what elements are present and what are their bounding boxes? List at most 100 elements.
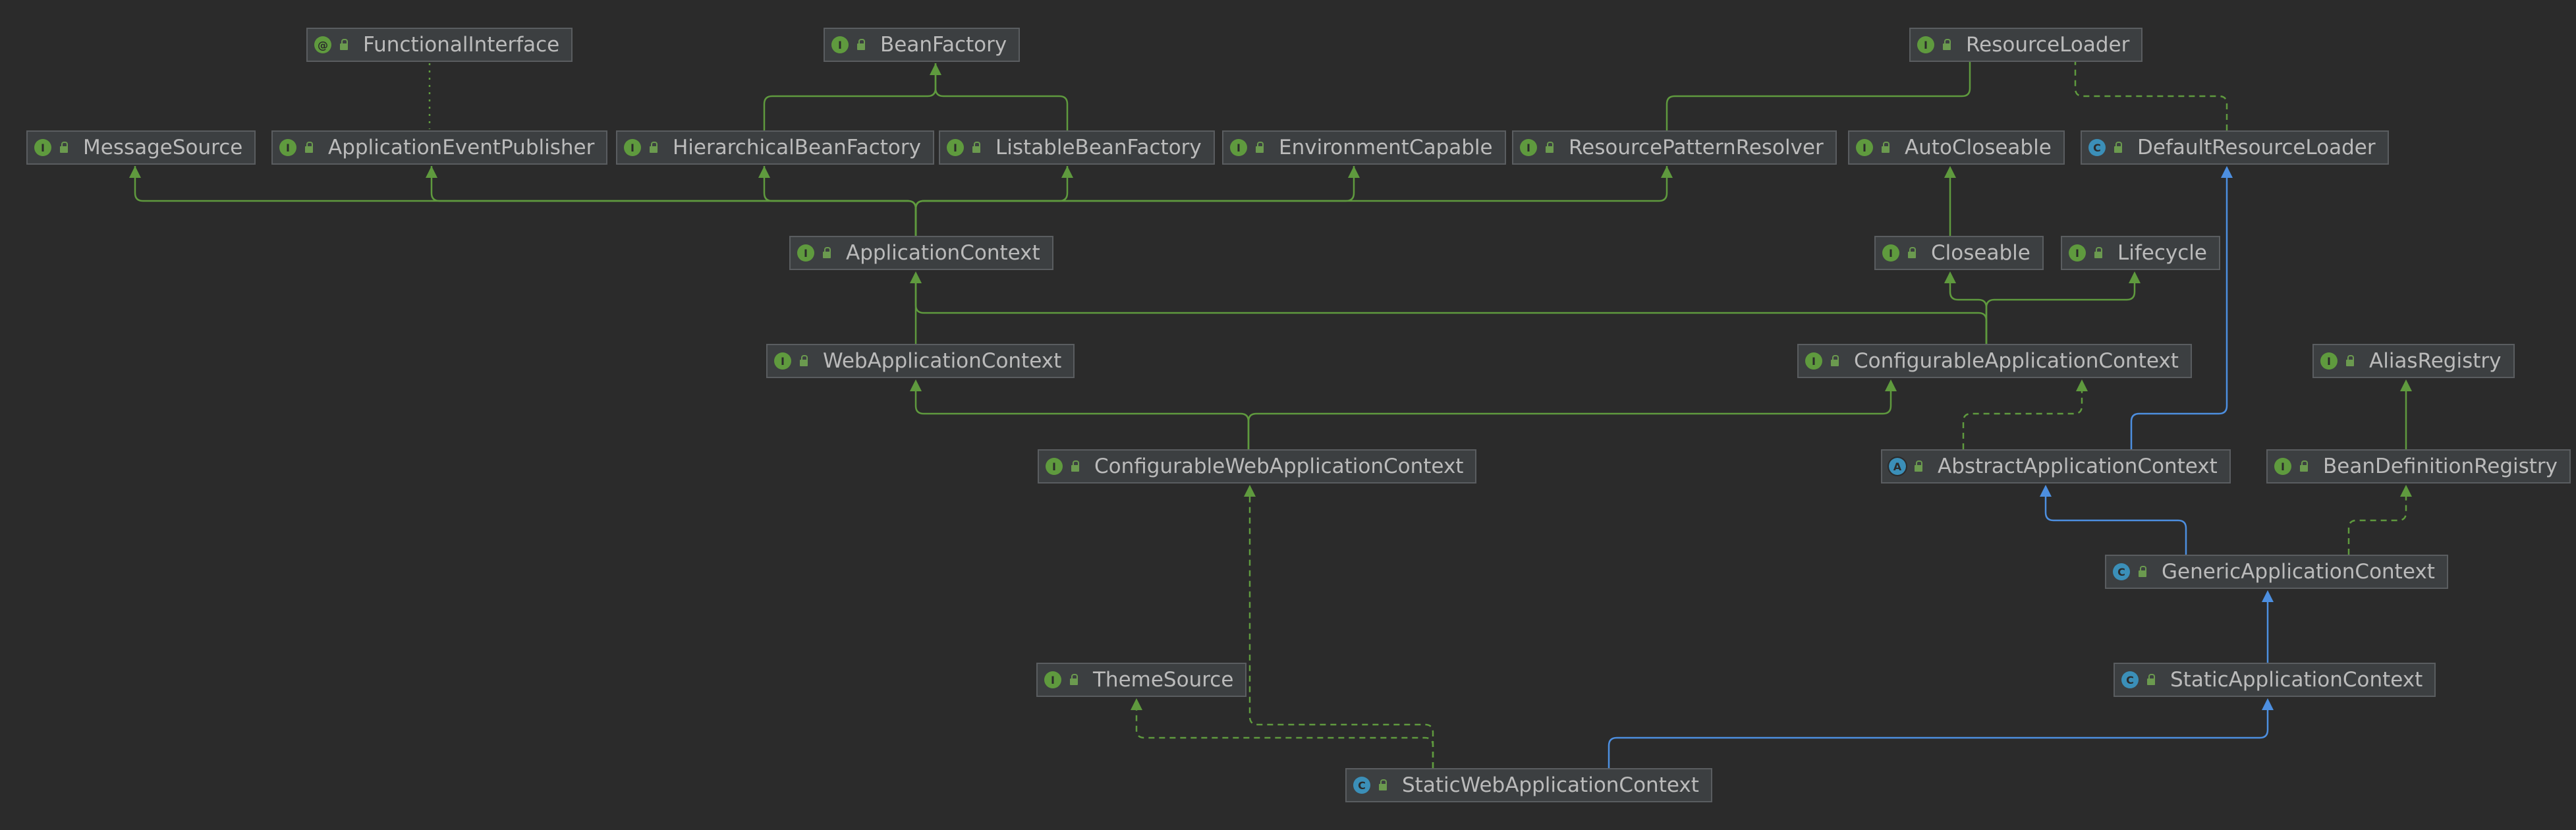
lock-icon [972, 142, 981, 153]
lock-icon [1914, 460, 1923, 472]
arrowhead [758, 166, 770, 178]
node-listable-bean-factory[interactable]: I ListableBeanFactory [939, 130, 1215, 165]
node-label: AbstractApplicationContext [1938, 455, 2218, 478]
interface-icon: I [1520, 139, 1537, 156]
lock-icon [799, 355, 808, 367]
node-label: HierarchicalBeanFactory [673, 136, 921, 159]
lock-icon [822, 247, 831, 259]
arrowhead [1944, 271, 1956, 283]
node-resource-pattern-resolver[interactable]: I ResourcePatternResolver [1512, 130, 1837, 165]
lock-icon [1942, 39, 1951, 51]
interface-icon: I [831, 36, 849, 53]
node-application-event-publisher[interactable]: I ApplicationEventPublisher [271, 130, 608, 165]
node-web-application-context[interactable]: I WebApplicationContext [766, 344, 1075, 378]
edge-staticweb-to-staticapp [1608, 710, 2269, 768]
node-application-context[interactable]: I ApplicationContext [789, 236, 1053, 270]
node-label: DefaultResourceLoader [2137, 136, 2376, 159]
interface-icon: I [1044, 671, 1061, 688]
interface-icon: I [1917, 36, 1934, 53]
abstract-class-icon: A [1888, 456, 1907, 476]
node-bean-factory[interactable]: I BeanFactory [824, 28, 1021, 62]
arrowhead [2400, 379, 2412, 391]
lock-icon [2345, 355, 2355, 367]
class-icon: C [2088, 139, 2106, 156]
arrowhead [2262, 698, 2274, 710]
node-bean-definition-registry[interactable]: I BeanDefinitionRegistry [2266, 449, 2571, 484]
node-label: ApplicationContext [846, 241, 1040, 265]
interface-icon: I [2274, 458, 2291, 475]
node-label: MessageSource [83, 136, 243, 159]
edges-layer [129, 46, 2412, 768]
arrowhead [2040, 485, 2052, 497]
interface-icon: I [774, 352, 791, 370]
lock-icon [1881, 142, 1890, 153]
arrowhead [426, 166, 437, 178]
node-auto-closeable[interactable]: I AutoCloseable [1848, 130, 2065, 165]
arrowhead [2129, 271, 2141, 283]
interface-icon: I [797, 244, 814, 262]
interface-icon: I [2069, 244, 2086, 262]
lock-icon [2138, 566, 2147, 578]
node-label: ConfigurableWebApplicationContext [1094, 455, 1464, 478]
node-hierarchical-bean-factory[interactable]: I HierarchicalBeanFactory [616, 130, 934, 165]
edge-staticweb-to-configurableweb [1248, 497, 1434, 768]
lock-icon [649, 142, 658, 153]
lock-icon [2114, 142, 2123, 153]
lock-icon [1255, 142, 1264, 153]
edge-configurableweb-to-configurable [1247, 391, 1892, 449]
node-label: AutoCloseable [1905, 136, 2052, 159]
arrowhead [910, 271, 922, 283]
node-environment-capable[interactable]: I EnvironmentCapable [1222, 130, 1506, 165]
edge-staticweb-to-themesource [1135, 710, 1434, 768]
interface-icon: I [947, 139, 964, 156]
edge-applicationcontext-to-patternresolver [914, 166, 1668, 236]
node-label: GenericApplicationContext [2162, 560, 2435, 584]
interface-icon: I [1805, 352, 1822, 370]
lock-icon [1907, 247, 1917, 259]
interface-icon: I [1046, 458, 1063, 475]
node-alias-registry[interactable]: I AliasRegistry [2312, 344, 2515, 378]
node-label: ThemeSource [1093, 668, 1234, 692]
node-configurable-web-application-context[interactable]: I ConfigurableWebApplicationContext [1038, 449, 1477, 484]
lock-icon [1830, 355, 1839, 367]
arrowhead [1061, 166, 1073, 178]
interface-icon: I [2320, 352, 2338, 370]
edge-generic-to-abstract [2044, 497, 2187, 555]
node-label: ResourcePatternResolver [1569, 136, 1824, 159]
edge-applicationcontext-to-hierarchical [763, 166, 917, 236]
edge-abstract-to-configurable [1962, 391, 2083, 449]
node-theme-source[interactable]: I ThemeSource [1036, 663, 1247, 697]
interface-icon: I [279, 139, 296, 156]
node-generic-application-context[interactable]: C GenericApplicationContext [2105, 555, 2448, 589]
node-closeable[interactable]: I Closeable [1874, 236, 2044, 270]
node-label: ConfigurableApplicationContext [1854, 349, 2179, 373]
node-message-source[interactable]: I MessageSource [26, 130, 256, 165]
node-label: WebApplicationContext [823, 349, 1062, 373]
node-label: EnvironmentCapable [1279, 136, 1493, 159]
node-static-application-context[interactable]: C StaticApplicationContext [2114, 663, 2436, 697]
annotation-icon: @ [314, 36, 331, 53]
node-default-resource-loader[interactable]: C DefaultResourceLoader [2081, 130, 2389, 165]
lock-icon [856, 39, 866, 51]
node-functional-interface[interactable]: @ FunctionalInterface [306, 28, 573, 62]
node-resource-loader[interactable]: I ResourceLoader [1909, 28, 2143, 62]
lock-icon [304, 142, 314, 153]
node-configurable-application-context[interactable]: I ConfigurableApplicationContext [1797, 344, 2192, 378]
node-abstract-application-context[interactable]: A AbstractApplicationContext [1881, 449, 2231, 484]
node-label: FunctionalInterface [363, 33, 560, 57]
node-static-web-application-context[interactable]: C StaticWebApplicationContext [1345, 768, 1712, 802]
arrowhead [1348, 166, 1360, 178]
interface-icon: I [1856, 139, 1873, 156]
edge-configurableweb-to-webcontext [914, 391, 1250, 449]
class-icon: C [2121, 671, 2139, 688]
node-label: BeanDefinitionRegistry [2323, 455, 2558, 478]
arrowhead [2262, 590, 2274, 602]
node-label: ListableBeanFactory [995, 136, 1202, 159]
interface-icon: I [34, 139, 51, 156]
node-label: Closeable [1931, 241, 2030, 265]
lock-icon [1069, 674, 1078, 686]
lock-icon [339, 39, 349, 51]
lock-icon [1545, 142, 1554, 153]
node-lifecycle[interactable]: I Lifecycle [2061, 236, 2220, 270]
arrowhead [129, 166, 141, 178]
